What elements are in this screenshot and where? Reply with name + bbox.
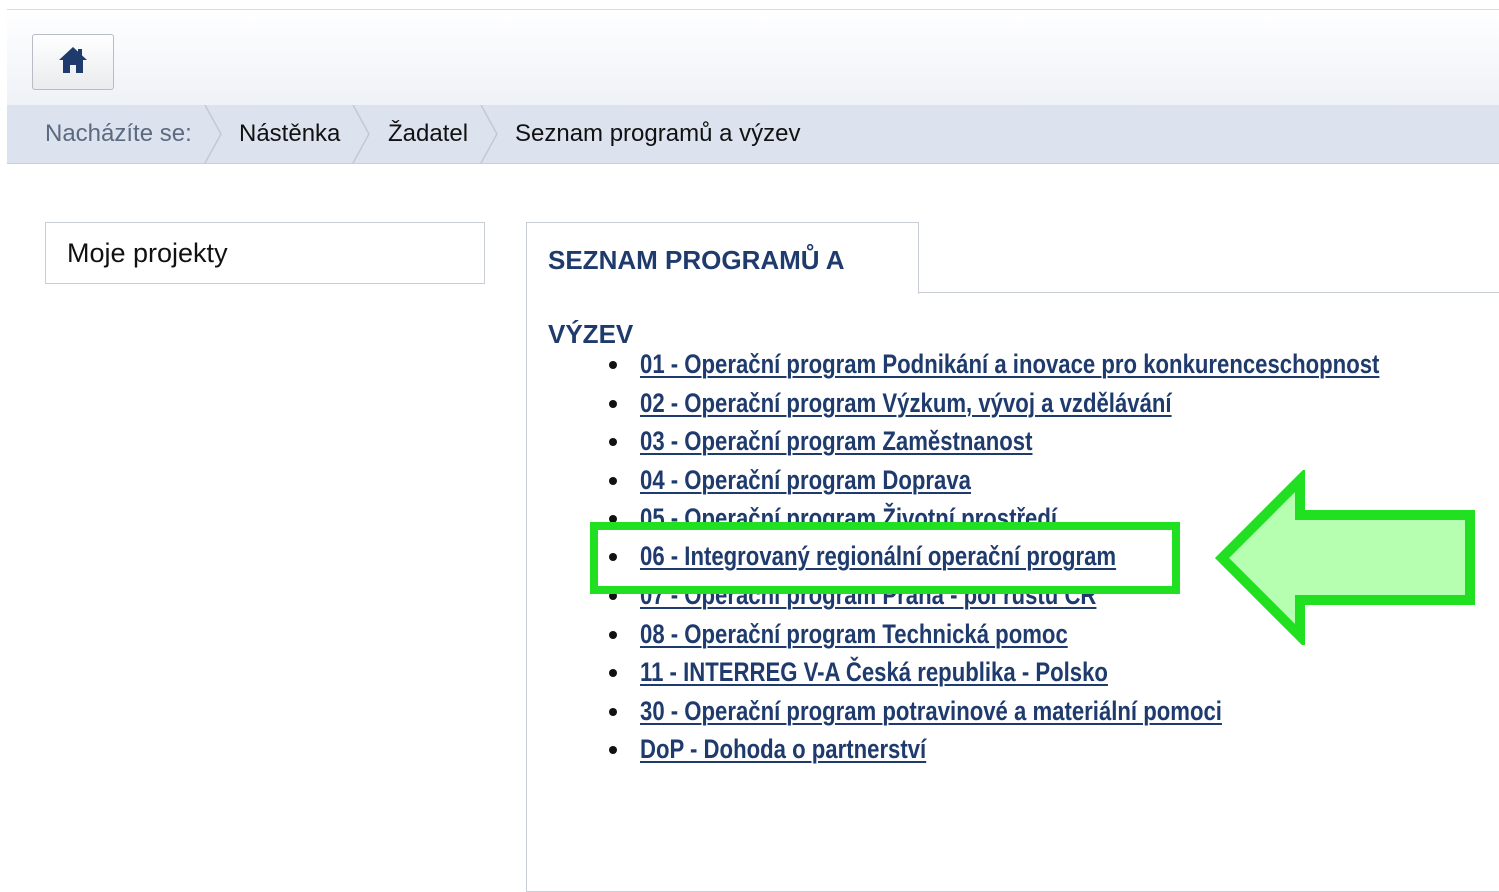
home-button[interactable] bbox=[32, 34, 114, 90]
list-item: 03 - Operační program Zaměstnanost bbox=[604, 422, 1499, 461]
left-arrow-icon bbox=[1214, 470, 1475, 645]
breadcrumb: Nacházíte se: Nástěnka Žadatel Seznam pr… bbox=[7, 105, 1499, 164]
home-icon bbox=[57, 45, 89, 80]
breadcrumb-item-zadatel[interactable]: Žadatel bbox=[388, 105, 468, 163]
breadcrumb-separator-icon bbox=[204, 105, 222, 163]
program-link-06[interactable]: 06 - Integrovaný regionální operační pro… bbox=[640, 537, 1116, 576]
program-link-04[interactable]: 04 - Operační program Doprava bbox=[640, 461, 971, 500]
list-item: 30 - Operační program potravinové a mate… bbox=[604, 692, 1499, 731]
top-toolbar bbox=[7, 9, 1499, 106]
list-item: 02 - Operační program Výzkum, vývoj a vz… bbox=[604, 384, 1499, 423]
tab-program-list[interactable]: SEZNAM PROGRAMŮ A VÝZEV bbox=[526, 222, 919, 349]
highlighted-list-item: 06 - Integrovaný regionální operační pro… bbox=[604, 537, 1221, 576]
list-item: 01 - Operační program Podnikání a inovac… bbox=[604, 345, 1499, 384]
breadcrumb-separator-icon bbox=[352, 105, 370, 163]
breadcrumb-separator-icon bbox=[480, 105, 498, 163]
breadcrumb-item-nastenka[interactable]: Nástěnka bbox=[239, 105, 340, 163]
list-item: DoP - Dohoda o partnerství bbox=[604, 730, 1499, 769]
program-link-30[interactable]: 30 - Operační program potravinové a mate… bbox=[640, 692, 1222, 731]
program-link-dop[interactable]: DoP - Dohoda o partnerství bbox=[640, 730, 926, 769]
list-item: 11 - INTERREG V-A Česká republika - Pols… bbox=[604, 653, 1499, 692]
breadcrumb-item-current: Seznam programů a výzev bbox=[515, 120, 801, 147]
window-edge bbox=[0, 0, 7, 865]
sidebar-my-projects[interactable]: Moje projekty bbox=[45, 222, 485, 284]
program-link-01[interactable]: 01 - Operační program Podnikání a inovac… bbox=[640, 345, 1379, 384]
program-link-02[interactable]: 02 - Operační program Výzkum, vývoj a vz… bbox=[640, 384, 1172, 423]
program-link-08[interactable]: 08 - Operační program Technická pomoc bbox=[640, 615, 1068, 654]
program-link-03[interactable]: 03 - Operační program Zaměstnanost bbox=[640, 422, 1032, 461]
program-link-11[interactable]: 11 - INTERREG V-A Česká republika - Pols… bbox=[640, 653, 1108, 692]
breadcrumb-label: Nacházíte se: bbox=[45, 120, 192, 147]
